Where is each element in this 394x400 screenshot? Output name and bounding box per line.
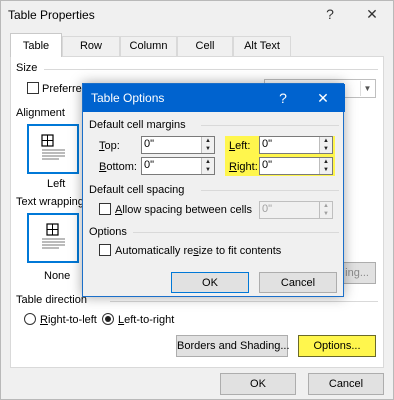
- bottom-margin-value: 0": [144, 159, 155, 171]
- tab-row[interactable]: Row: [62, 36, 120, 56]
- bottom-spin-arrows[interactable]: ▲ ▼: [201, 158, 214, 174]
- options-button[interactable]: Options...: [298, 335, 376, 357]
- spin-up-icon[interactable]: ▲: [320, 202, 332, 210]
- alignment-label: Alignment: [16, 107, 65, 119]
- tab-table-label: Table: [22, 40, 50, 52]
- wrapping-none-label: None: [44, 270, 71, 282]
- top-margin-value: 0": [144, 138, 155, 150]
- positioning-button-label: ing...: [345, 267, 369, 279]
- tab-cell-label: Cell: [195, 40, 215, 52]
- preferred-label: Preferred: [42, 83, 88, 95]
- options-group-label: Options: [89, 226, 127, 238]
- ok-button-label: OK: [250, 378, 266, 390]
- rtl-label: Right-to-left: [40, 314, 97, 326]
- left-spin-arrows[interactable]: ▲ ▼: [319, 137, 332, 153]
- rtl-radio[interactable]: [24, 313, 36, 325]
- right-spin-arrows[interactable]: ▲ ▼: [319, 158, 332, 174]
- spin-up-icon[interactable]: ▲: [202, 137, 214, 145]
- right-margin-spinner[interactable]: 0" ▲ ▼: [259, 157, 333, 175]
- size-label: Size: [16, 62, 38, 74]
- top-margin-spinner[interactable]: 0" ▲ ▼: [141, 136, 215, 154]
- autoresize-checkbox[interactable]: [99, 244, 111, 256]
- autoresize-label: Automatically resize to fit contents: [115, 245, 282, 257]
- tab-alt-text-label: Alt Text: [244, 40, 280, 52]
- spin-down-icon[interactable]: ▼: [320, 145, 332, 153]
- spacing-divider: [201, 190, 339, 191]
- dialog-ok-button[interactable]: OK: [171, 272, 249, 293]
- cancel-button[interactable]: Cancel: [308, 373, 384, 395]
- spin-up-icon[interactable]: ▲: [320, 137, 332, 145]
- ltr-radio[interactable]: [102, 313, 114, 325]
- spin-down-icon[interactable]: ▼: [202, 166, 214, 174]
- spacing-group-label: Default cell spacing: [89, 184, 185, 196]
- allow-spacing-label: Allow spacing between cells: [115, 204, 252, 216]
- cancel-button-label: Cancel: [328, 378, 364, 390]
- right-label: Right:: [229, 161, 258, 173]
- alignment-left-option[interactable]: [27, 124, 79, 174]
- wrapping-none-option[interactable]: [27, 213, 79, 263]
- right-margin-value: 0": [262, 159, 273, 171]
- ok-button[interactable]: OK: [220, 373, 296, 395]
- tab-cell[interactable]: Cell: [177, 36, 233, 56]
- dialog-close-icon[interactable]: ✕: [313, 90, 333, 107]
- dialog-cancel-button[interactable]: Cancel: [259, 272, 337, 293]
- alignment-left-label: Left: [47, 178, 66, 190]
- left-margin-value: 0": [262, 138, 273, 150]
- dialog-cancel-label: Cancel: [280, 277, 316, 289]
- help-icon[interactable]: ?: [320, 6, 340, 22]
- dialog-title: Table Options: [91, 91, 165, 105]
- close-icon[interactable]: ✕: [362, 6, 382, 23]
- borders-shading-button[interactable]: Borders and Shading...: [176, 335, 290, 357]
- bottom-label: Bottom:: [99, 161, 137, 173]
- margins-divider: [201, 125, 339, 126]
- text-wrapping-label: Text wrapping: [16, 196, 84, 208]
- table-left-icon: [41, 134, 65, 160]
- spin-down-icon[interactable]: ▼: [202, 145, 214, 153]
- margins-group-label: Default cell margins: [89, 119, 186, 131]
- preferred-checkbox[interactable]: [27, 82, 39, 94]
- chevron-down-icon: ▼: [360, 81, 374, 96]
- left-label: Left:: [229, 140, 251, 152]
- size-divider: [44, 69, 378, 70]
- tab-row-label: Row: [79, 40, 102, 52]
- borders-shading-label: Borders and Shading...: [177, 340, 290, 352]
- left-margin-spinner[interactable]: 0" ▲ ▼: [259, 136, 333, 154]
- options-button-label: Options...: [313, 340, 361, 352]
- spin-up-icon[interactable]: ▲: [320, 158, 332, 166]
- allow-spacing-checkbox[interactable]: [99, 203, 111, 215]
- tab-alt-text[interactable]: Alt Text: [233, 36, 291, 56]
- tab-column-label: Column: [129, 40, 168, 52]
- tab-table[interactable]: Table: [10, 33, 62, 57]
- table-none-wrap-icon: [42, 223, 65, 249]
- ltr-label: Left-to-right: [118, 314, 175, 326]
- table-options-dialog: Table Options ? ✕ Default cell margins T…: [82, 83, 345, 297]
- spacing-spin-arrows[interactable]: ▲ ▼: [319, 202, 332, 218]
- top-spin-arrows[interactable]: ▲ ▼: [201, 137, 214, 153]
- options-divider: [133, 232, 339, 233]
- window-title: Table Properties: [8, 8, 95, 22]
- dialog-help-icon[interactable]: ?: [273, 90, 293, 106]
- spin-up-icon[interactable]: ▲: [202, 158, 214, 166]
- spacing-spinner[interactable]: 0" ▲ ▼: [259, 201, 333, 219]
- direction-divider: [110, 301, 378, 302]
- dialog-ok-label: OK: [202, 277, 218, 289]
- dialog-titlebar: Table Options ? ✕: [83, 84, 345, 112]
- spin-down-icon[interactable]: ▼: [320, 166, 332, 174]
- table-direction-label: Table direction: [16, 294, 87, 306]
- spacing-value: 0": [262, 203, 273, 215]
- spin-down-icon[interactable]: ▼: [320, 210, 332, 218]
- tab-column[interactable]: Column: [120, 36, 177, 56]
- top-label: Top:: [99, 140, 120, 152]
- bottom-margin-spinner[interactable]: 0" ▲ ▼: [141, 157, 215, 175]
